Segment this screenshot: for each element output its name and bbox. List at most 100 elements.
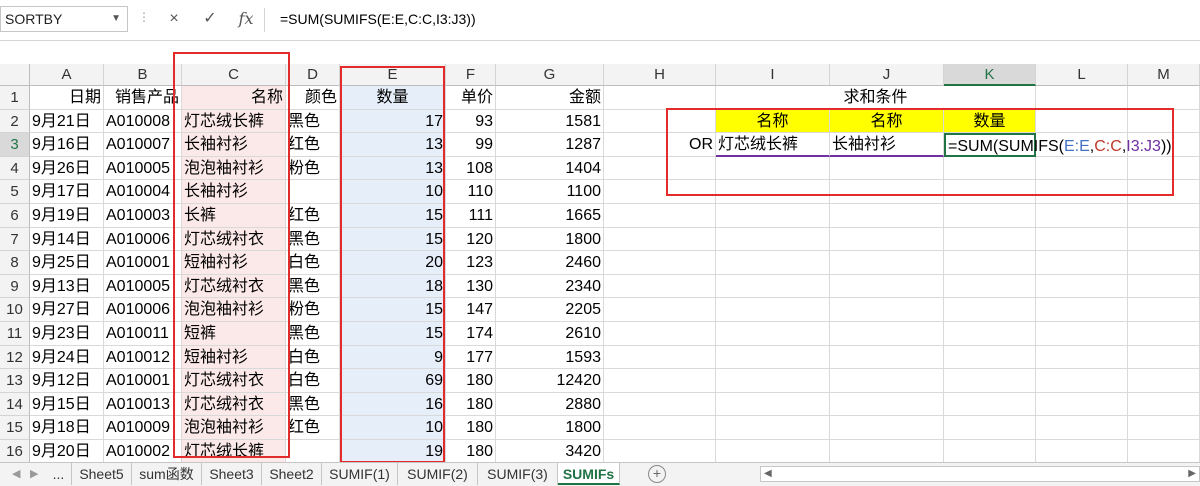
empty-cell[interactable] <box>1036 86 1128 110</box>
empty-cell[interactable] <box>830 440 944 464</box>
table-cell[interactable]: 17 <box>340 109 446 134</box>
table-cell[interactable]: 120 <box>446 227 496 252</box>
table-cell[interactable]: 短袖衬衫 <box>182 345 286 370</box>
table-cell[interactable]: 9月17日 <box>30 180 104 204</box>
empty-cell[interactable] <box>716 416 830 440</box>
table-cell[interactable]: 灯芯绒衬衣 <box>182 392 286 417</box>
cancel-icon[interactable]: × <box>160 6 188 32</box>
table-cell[interactable]: 9月24日 <box>30 345 104 370</box>
table-cell[interactable]: 10 <box>340 180 446 204</box>
chevron-down-icon[interactable]: ▼ <box>111 7 121 31</box>
table-cell[interactable]: 69 <box>340 369 446 393</box>
row-header-1[interactable]: 1 <box>0 86 30 110</box>
column-header-g[interactable]: G <box>496 64 604 86</box>
empty-cell[interactable] <box>944 274 1036 299</box>
empty-cell[interactable] <box>604 227 716 252</box>
column-header-d[interactable]: D <box>286 64 340 86</box>
table-cell[interactable]: A010006 <box>104 227 182 252</box>
empty-cell[interactable] <box>944 345 1036 370</box>
empty-cell[interactable] <box>604 322 716 346</box>
empty-cell[interactable] <box>830 156 944 181</box>
formula-input[interactable]: =SUM(SUMIFS(E:E,C:C,I3:J3)) <box>280 6 476 32</box>
table-cell[interactable]: 9月12日 <box>30 369 104 393</box>
table-cell[interactable]: 白色 <box>286 369 340 393</box>
table-cell[interactable]: 15 <box>340 227 446 252</box>
column-header-f[interactable]: F <box>446 64 496 86</box>
empty-cell[interactable] <box>944 180 1036 204</box>
more-options-icon[interactable]: ⋮ <box>138 10 151 24</box>
table-cell[interactable]: 123 <box>446 251 496 275</box>
table-cell[interactable]: 3420 <box>496 440 604 464</box>
empty-cell[interactable] <box>604 416 716 440</box>
table-cell[interactable]: 2340 <box>496 274 604 299</box>
table-cell[interactable]: 白色 <box>286 251 340 275</box>
table-cell[interactable]: 黑色 <box>286 322 340 346</box>
row-header-12[interactable]: 12 <box>0 345 30 370</box>
empty-cell[interactable] <box>604 392 716 417</box>
column-header-a[interactable]: A <box>30 64 104 86</box>
empty-cell[interactable] <box>716 156 830 181</box>
empty-cell[interactable] <box>944 227 1036 252</box>
table-cell[interactable]: A010012 <box>104 345 182 370</box>
empty-cell[interactable] <box>1128 392 1200 417</box>
row-header-2[interactable]: 2 <box>0 109 30 134</box>
empty-cell[interactable] <box>1036 156 1128 181</box>
sheet-tab-1[interactable]: Sheet5 <box>72 463 132 485</box>
header-cell-d[interactable]: 颜色 <box>286 86 340 110</box>
empty-cell[interactable] <box>716 392 830 417</box>
table-cell[interactable]: 9月25日 <box>30 251 104 275</box>
name-box[interactable]: SORTBY ▼ <box>0 6 128 32</box>
empty-cell[interactable] <box>1036 274 1128 299</box>
table-cell[interactable]: 灯芯绒衬衣 <box>182 274 286 299</box>
row-header-4[interactable]: 4 <box>0 156 30 181</box>
table-cell[interactable]: 灯芯绒衬衣 <box>182 369 286 393</box>
table-cell[interactable]: 灯芯绒长裤 <box>182 109 286 134</box>
active-formula-cell[interactable]: =SUM(SUMIFS(E:E,C:C,I3:J3)) <box>944 133 1172 157</box>
table-cell[interactable]: A010008 <box>104 109 182 134</box>
empty-cell[interactable] <box>1036 204 1128 228</box>
empty-cell[interactable] <box>604 274 716 299</box>
table-cell[interactable]: 13 <box>340 156 446 181</box>
column-header-l[interactable]: L <box>1036 64 1128 86</box>
add-sheet-icon[interactable]: + <box>648 465 666 483</box>
header-cell-g[interactable]: 金额 <box>496 86 604 110</box>
table-cell[interactable]: 19 <box>340 440 446 464</box>
empty-cell[interactable] <box>716 204 830 228</box>
table-cell[interactable]: A010007 <box>104 133 182 157</box>
empty-cell[interactable] <box>1036 298 1128 322</box>
empty-cell[interactable] <box>1128 180 1200 204</box>
table-cell[interactable]: A010002 <box>104 440 182 464</box>
row-header-15[interactable]: 15 <box>0 416 30 440</box>
table-cell[interactable]: 短袖衬衫 <box>182 251 286 275</box>
table-cell[interactable]: 2880 <box>496 392 604 417</box>
empty-cell[interactable] <box>1128 109 1200 134</box>
table-cell[interactable]: 9月16日 <box>30 133 104 157</box>
table-cell[interactable]: 1800 <box>496 416 604 440</box>
fx-icon[interactable]: fx <box>232 6 260 32</box>
empty-cell[interactable] <box>604 86 716 110</box>
row-header-10[interactable]: 10 <box>0 298 30 322</box>
table-cell[interactable]: A010005 <box>104 156 182 181</box>
empty-cell[interactable] <box>604 251 716 275</box>
empty-cell[interactable] <box>604 369 716 393</box>
table-cell[interactable]: 粉色 <box>286 156 340 181</box>
empty-cell[interactable] <box>716 251 830 275</box>
empty-cell[interactable] <box>604 180 716 204</box>
empty-cell[interactable] <box>944 322 1036 346</box>
empty-cell[interactable] <box>1036 440 1128 464</box>
empty-cell[interactable] <box>830 274 944 299</box>
empty-cell[interactable] <box>830 416 944 440</box>
empty-cell[interactable] <box>604 109 716 134</box>
empty-cell[interactable] <box>716 345 830 370</box>
table-cell[interactable]: A010003 <box>104 204 182 228</box>
table-cell[interactable]: 泡泡袖衬衫 <box>182 416 286 440</box>
empty-cell[interactable] <box>830 298 944 322</box>
empty-cell[interactable] <box>944 251 1036 275</box>
header-cell-a[interactable]: 日期 <box>30 86 104 110</box>
empty-cell[interactable] <box>1128 345 1200 370</box>
sheet-tab-7[interactable]: SUMIF(3) <box>478 463 558 485</box>
table-cell[interactable]: 9月26日 <box>30 156 104 181</box>
row-header-7[interactable]: 7 <box>0 227 30 252</box>
empty-cell[interactable] <box>944 416 1036 440</box>
table-cell[interactable]: 2205 <box>496 298 604 322</box>
